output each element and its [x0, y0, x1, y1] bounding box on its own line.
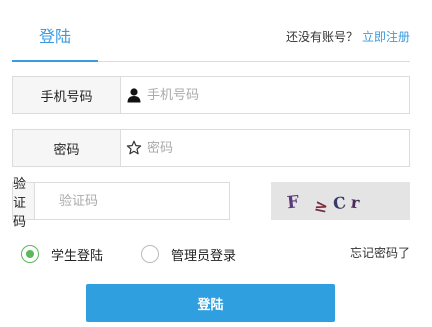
captcha-field-wrap — [35, 183, 229, 219]
radio-student[interactable]: 学生登陆 — [21, 243, 103, 265]
star-icon — [125, 139, 143, 157]
no-account-text: 还没有账号？ — [285, 30, 358, 44]
password-row: 密码 — [12, 129, 410, 167]
phone-field-wrap — [121, 77, 409, 113]
register-link[interactable]: 立即注册 — [362, 30, 410, 44]
captcha-input[interactable] — [35, 183, 229, 219]
radio-selected-dot — [26, 250, 34, 258]
password-input[interactable] — [143, 130, 409, 166]
captcha-row: 验证码 — [12, 177, 230, 230]
user-icon — [125, 86, 143, 104]
phone-input[interactable] — [143, 77, 409, 113]
phone-label: 手机号码 — [13, 77, 121, 113]
captcha-image[interactable]: F ≥ C r — [271, 182, 410, 220]
radio-student-label: 学生登陆 — [51, 248, 104, 264]
password-field-wrap — [121, 130, 409, 166]
login-page: 登陆 还没有账号？ 立即注册 手机号码 密码 — [0, 0, 432, 327]
register-prompt: 还没有账号？ 立即注册 — [286, 29, 410, 45]
svg-text:r: r — [350, 193, 361, 213]
password-label: 密码 — [13, 130, 121, 166]
radio-admin-label: 管理员登录 — [171, 248, 237, 264]
tab-login[interactable]: 登陆 — [12, 22, 98, 62]
captcha-glyphs: F ≥ C r — [286, 192, 361, 217]
radio-admin[interactable]: 管理员登录 — [141, 243, 236, 265]
svg-text:≥: ≥ — [313, 195, 330, 216]
login-button[interactable]: 登陆 — [86, 284, 335, 322]
svg-text:F: F — [286, 192, 300, 213]
phone-row: 手机号码 — [12, 76, 410, 114]
tab-active-indicator — [12, 60, 98, 62]
forgot-password-link[interactable]: 忘记密码了 — [350, 244, 410, 261]
radio-admin-circle[interactable] — [141, 245, 159, 263]
captcha-label: 验证码 — [13, 177, 35, 230]
radio-student-circle[interactable] — [21, 245, 39, 263]
svg-text:C: C — [332, 193, 347, 214]
